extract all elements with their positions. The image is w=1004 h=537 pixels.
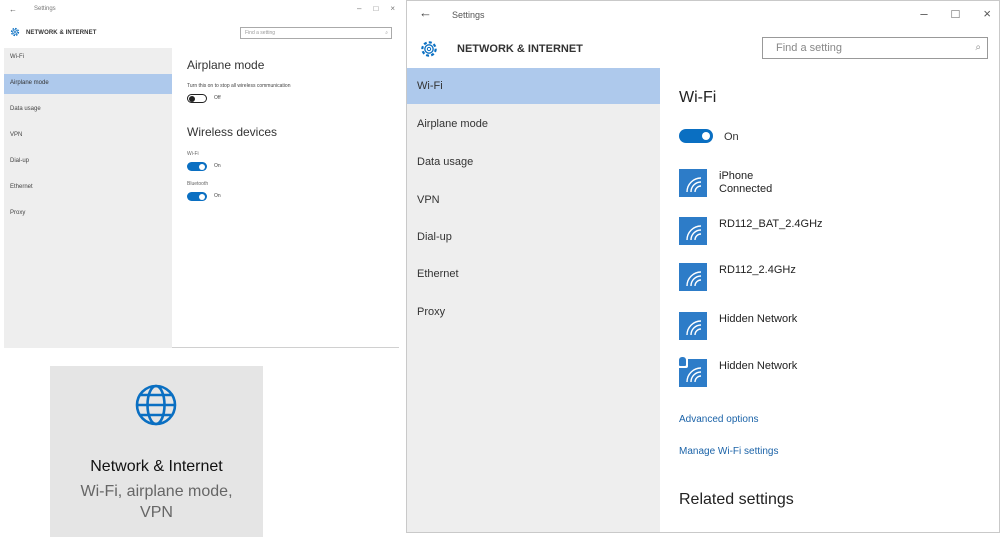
search-input[interactable]: Find a setting ⌕: [240, 27, 392, 39]
settings-window-small: ← Settings – □ × NETWORK & INTERNET Find…: [4, 3, 399, 348]
sidebar-item-wifi[interactable]: Wi-Fi: [407, 68, 660, 104]
network-name: RD112_2.4GHz: [719, 264, 796, 277]
toggle-switch-on[interactable]: [679, 129, 713, 143]
maximize-button[interactable]: □: [952, 6, 960, 21]
minimize-button[interactable]: –: [920, 6, 927, 21]
sidebar-item-dial-up[interactable]: Dial-up: [4, 152, 172, 172]
sidebar-item-wifi[interactable]: Wi-Fi: [4, 48, 172, 68]
network-item[interactable]: RD112_2.4GHz: [679, 263, 979, 297]
search-placeholder: Find a setting: [245, 30, 276, 36]
airplane-mode-description: Turn this on to stop all wireless commun…: [187, 83, 291, 89]
search-placeholder: Find a setting: [776, 42, 843, 54]
airplane-mode-heading: Airplane mode: [187, 58, 265, 72]
network-ssid: Hidden Network: [719, 313, 798, 325]
advanced-options-link[interactable]: Advanced options: [679, 414, 759, 425]
network-name: RD112_BAT_2.4GHz: [719, 218, 823, 231]
manage-wifi-settings-link[interactable]: Manage Wi-Fi settings: [679, 446, 778, 457]
airplane-mode-content: Airplane mode Turn this on to stop all w…: [187, 58, 387, 202]
window-title: Settings: [34, 6, 56, 12]
wifi-heading: Wi-Fi: [679, 89, 717, 106]
title-bar: ← Settings – □ ×: [4, 3, 399, 19]
network-name: Hidden Network: [719, 360, 797, 373]
bluetooth-device-toggle[interactable]: On: [187, 192, 387, 202]
sidebar-item-proxy[interactable]: Proxy: [407, 294, 660, 330]
tile-title: Network & Internet: [90, 458, 223, 475]
wifi-icon: [679, 169, 707, 197]
toggle-state-label: Off: [214, 95, 221, 101]
sidebar-item-airplane-mode[interactable]: Airplane mode: [407, 106, 660, 142]
sidebar-item-proxy[interactable]: Proxy: [4, 204, 172, 224]
search-icon[interactable]: ⌕: [385, 30, 388, 36]
settings-window-large: ← Settings – □ × NETWORK & INTERNET Find…: [406, 0, 1000, 533]
tile-subtitle-line: VPN: [140, 504, 173, 521]
sidebar-item-vpn[interactable]: VPN: [4, 126, 172, 146]
section-title: NETWORK & INTERNET: [26, 30, 97, 36]
minimize-button[interactable]: –: [357, 4, 361, 13]
wireless-devices-heading: Wireless devices: [187, 125, 278, 139]
back-button[interactable]: ←: [9, 5, 17, 14]
wifi-icon: [679, 217, 707, 245]
back-button[interactable]: ←: [419, 5, 432, 20]
network-item[interactable]: iPhone Connected: [679, 169, 979, 203]
close-button[interactable]: ×: [983, 6, 991, 21]
network-name: Hidden Network: [719, 313, 797, 326]
airplane-mode-toggle[interactable]: Off: [187, 94, 387, 104]
search-input[interactable]: Find a setting ⌕: [762, 37, 988, 59]
sidebar-nav: Wi-Fi Airplane mode Data usage VPN Dial-…: [407, 68, 660, 532]
tile-subtitle-line: Wi-Fi, airplane mode,: [80, 483, 233, 500]
wifi-device-toggle[interactable]: On: [187, 162, 387, 172]
toggle-switch-on[interactable]: [187, 192, 207, 201]
section-title: NETWORK & INTERNET: [457, 43, 583, 55]
sidebar-item-airplane-mode[interactable]: Airplane mode: [4, 74, 172, 94]
wifi-icon: [679, 263, 707, 291]
wifi-content: Wi-Fi On iPhone Connected RD112_BAT_2.4G…: [677, 89, 989, 508]
network-ssid: RD112_2.4GHz: [719, 264, 796, 276]
toggle-state-label: On: [724, 131, 739, 143]
network-name: iPhone Connected: [719, 170, 772, 196]
network-item[interactable]: Hidden Network: [677, 356, 979, 393]
wifi-device-label: Wi-Fi: [187, 151, 199, 157]
wifi-toggle[interactable]: On: [679, 129, 989, 145]
related-settings-heading: Related settings: [679, 491, 794, 508]
toggle-state-label: On: [214, 193, 221, 199]
sidebar-item-data-usage[interactable]: Data usage: [4, 100, 172, 120]
network-item[interactable]: RD112_BAT_2.4GHz: [679, 217, 979, 251]
sidebar-nav: Wi-Fi Airplane mode Data usage VPN Dial-…: [4, 48, 172, 348]
sidebar-item-dial-up[interactable]: Dial-up: [407, 219, 660, 255]
tile-subtitle: Wi-Fi, airplane mode, VPN: [50, 481, 263, 523]
window-controls: – □ ×: [357, 4, 395, 13]
sidebar-item-vpn[interactable]: VPN: [407, 182, 660, 218]
wifi-icon: [677, 356, 707, 387]
window-title: Settings: [452, 10, 485, 20]
window-controls: – □ ×: [920, 6, 991, 21]
network-status: Connected: [719, 183, 773, 195]
gear-icon: [421, 41, 437, 57]
gear-icon: [10, 27, 20, 37]
network-ssid: iPhone: [719, 170, 754, 182]
bluetooth-device-label: Bluetooth: [187, 181, 209, 187]
settings-header: NETWORK & INTERNET Find a setting ⌕: [4, 25, 399, 45]
maximize-button[interactable]: □: [373, 4, 378, 13]
wifi-icon: [679, 312, 707, 340]
network-ssid: RD112_BAT_2.4GHz: [719, 218, 823, 230]
shield-icon: [677, 356, 688, 368]
toggle-switch-on[interactable]: [187, 162, 207, 171]
sidebar-item-ethernet[interactable]: Ethernet: [4, 178, 172, 198]
network-item[interactable]: Hidden Network: [679, 312, 979, 346]
globe-icon: [135, 384, 177, 426]
sidebar-item-ethernet[interactable]: Ethernet: [407, 256, 660, 292]
network-internet-tile[interactable]: Network & Internet Wi-Fi, airplane mode,…: [50, 366, 263, 537]
close-button[interactable]: ×: [390, 4, 395, 13]
toggle-state-label: On: [214, 163, 221, 169]
search-icon[interactable]: ⌕: [975, 42, 981, 53]
toggle-switch-off[interactable]: [187, 94, 207, 103]
sidebar-item-data-usage[interactable]: Data usage: [407, 144, 660, 180]
network-ssid: Hidden Network: [719, 360, 798, 372]
